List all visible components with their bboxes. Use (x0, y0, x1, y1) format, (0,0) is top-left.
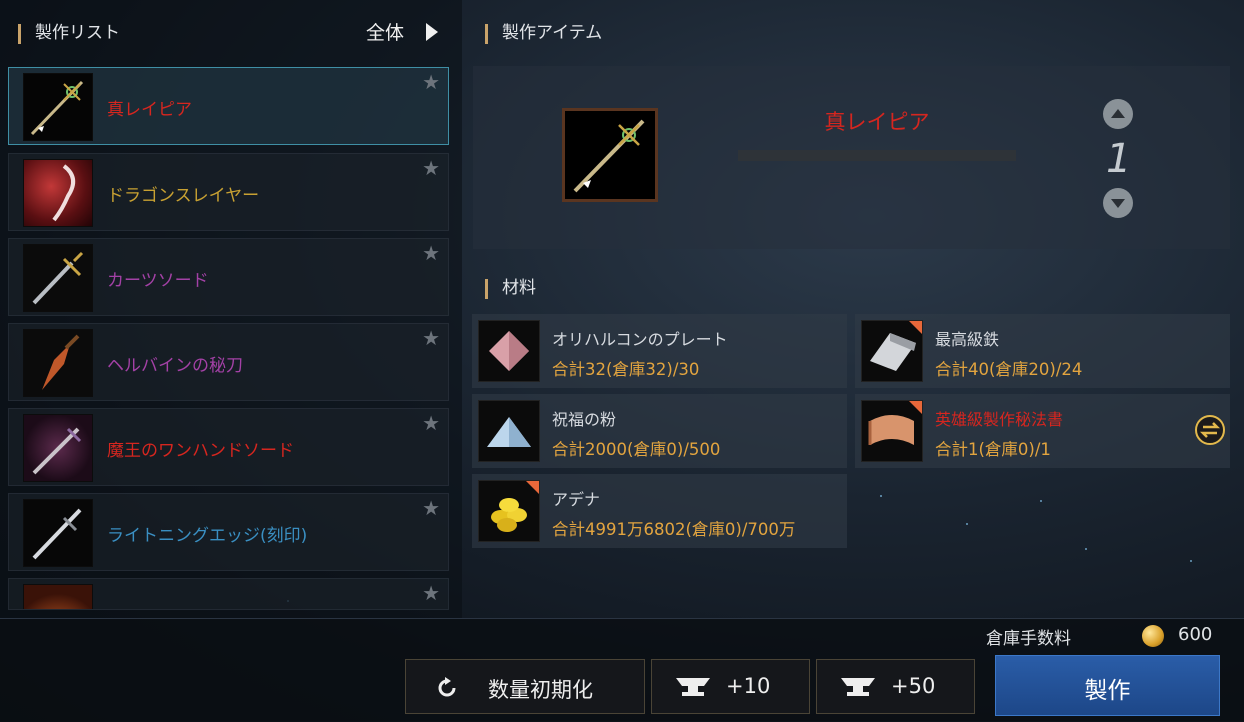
reset-icon (438, 677, 456, 697)
sparkle (1085, 548, 1087, 550)
material-card[interactable]: アデナ 合計4991万6802(倉庫0)/700万 (472, 474, 847, 548)
arrow-right-icon (426, 23, 438, 41)
item-name: 真レイピア (107, 100, 192, 120)
demon-sword-icon (23, 414, 93, 482)
quantity-value: 1 (1106, 136, 1132, 182)
section-marker (485, 23, 488, 44)
material-count: 合計32(倉庫32)/30 (552, 360, 700, 379)
anvil-icon (676, 678, 710, 696)
grade-marker-icon (909, 401, 922, 414)
material-count: 合計4991万6802(倉庫0)/700万 (552, 520, 796, 539)
increase-quantity-button[interactable] (1103, 99, 1133, 129)
item-name: カーツソード (107, 271, 209, 291)
quantity-bar[interactable] (738, 150, 1016, 161)
adena-coin-icon (1142, 625, 1164, 647)
craft-list-item[interactable]: ドラゴンスレイヤー ★ (8, 153, 449, 231)
materials-title: 材料 (502, 278, 536, 298)
dagger-icon (23, 329, 93, 397)
sparkle (880, 495, 882, 497)
add-50-button[interactable]: +50 (816, 659, 975, 714)
dragon-slayer-icon (23, 159, 93, 227)
filter-dropdown[interactable]: 全体 (366, 18, 438, 45)
grade-marker-icon (909, 321, 922, 334)
filter-label: 全体 (365, 22, 404, 44)
material-count: 合計2000(倉庫0)/500 (552, 440, 721, 459)
sparkle (1190, 560, 1192, 562)
star-icon[interactable]: ★ (422, 156, 440, 180)
material-card[interactable]: 祝福の粉 合計2000(倉庫0)/500 (472, 394, 847, 468)
iron-icon (861, 320, 923, 382)
warehouse-fee-label: 倉庫手数料 (986, 629, 1071, 649)
material-count: 合計40(倉庫20)/24 (935, 360, 1083, 379)
item-name: ドラゴンスレイヤー (107, 186, 260, 206)
sparkle (966, 523, 968, 525)
craft-list-header: 製作リスト 全体 (18, 18, 438, 44)
scroll-icon (861, 400, 923, 462)
warehouse-fee-value: 600 (1178, 624, 1213, 645)
material-card[interactable]: オリハルコンのプレート 合計32(倉庫32)/30 (472, 314, 847, 388)
add-50-label: +50 (891, 674, 936, 698)
fire-sword-icon (23, 584, 93, 609)
material-card[interactable]: 英雄級製作秘法書 合計1(倉庫0)/1 (855, 394, 1230, 468)
material-name: 英雄級製作秘法書 (935, 410, 1064, 429)
star-icon[interactable]: ★ (422, 411, 440, 435)
craft-list-title: 製作リスト (35, 23, 120, 43)
reset-quantity-label: 数量初期化 (488, 678, 593, 702)
swap-material-icon[interactable] (1195, 415, 1225, 445)
decrease-quantity-button[interactable] (1103, 188, 1133, 218)
rapier-icon (23, 73, 93, 141)
star-icon[interactable]: ★ (422, 241, 440, 265)
item-name: ヘルバインの秘刀 (107, 356, 243, 376)
add-10-label: +10 (726, 674, 771, 698)
craft-list-item[interactable]: ★ (8, 578, 449, 610)
star-icon[interactable]: ★ (422, 581, 440, 605)
add-10-button[interactable]: +10 (651, 659, 810, 714)
craft-item-title: 製作アイテム (502, 23, 603, 43)
star-icon[interactable]: ★ (422, 70, 440, 94)
craft-list-item[interactable]: 魔王のワンハンドソード ★ (8, 408, 449, 486)
section-marker (485, 278, 488, 299)
craft-item-name: 真レイピア (824, 110, 930, 134)
star-icon[interactable]: ★ (422, 496, 440, 520)
craft-item-header: 製作アイテム (485, 18, 602, 44)
sparkle (1040, 500, 1042, 502)
adena-coin-icon (478, 480, 540, 542)
anvil-icon (841, 678, 875, 696)
material-name: オリハルコンのプレート (552, 330, 728, 349)
craft-button[interactable]: 製作 (995, 655, 1220, 716)
orichalcum-plate-icon (478, 320, 540, 382)
reset-quantity-button[interactable]: 数量初期化 (405, 659, 645, 714)
craft-list-item[interactable]: ヘルバインの秘刀 ★ (8, 323, 449, 401)
star-icon[interactable]: ★ (422, 326, 440, 350)
item-name: 魔王のワンハンドソード (107, 441, 294, 461)
sword-icon (23, 244, 93, 312)
craft-label: 製作 (1084, 678, 1131, 704)
material-count: 合計1(倉庫0)/1 (935, 440, 1051, 459)
blessing-powder-icon (478, 400, 540, 462)
section-marker (18, 23, 21, 44)
craft-list-item[interactable]: ライトニングエッジ(刻印) ★ (8, 493, 449, 571)
craft-list-item[interactable]: カーツソード ★ (8, 238, 449, 316)
material-card[interactable]: 最高級鉄 合計40(倉庫20)/24 (855, 314, 1230, 388)
materials-header: 材料 (485, 273, 536, 299)
lightning-edge-icon (23, 499, 93, 567)
item-name: ライトニングエッジ(刻印) (107, 526, 308, 546)
grade-marker-icon (526, 481, 539, 494)
rapier-icon (562, 108, 658, 202)
material-name: 最高級鉄 (935, 330, 1000, 349)
material-name: 祝福の粉 (552, 410, 617, 429)
material-name: アデナ (552, 490, 601, 509)
craft-list-item[interactable]: 真レイピア ★ (8, 67, 449, 145)
